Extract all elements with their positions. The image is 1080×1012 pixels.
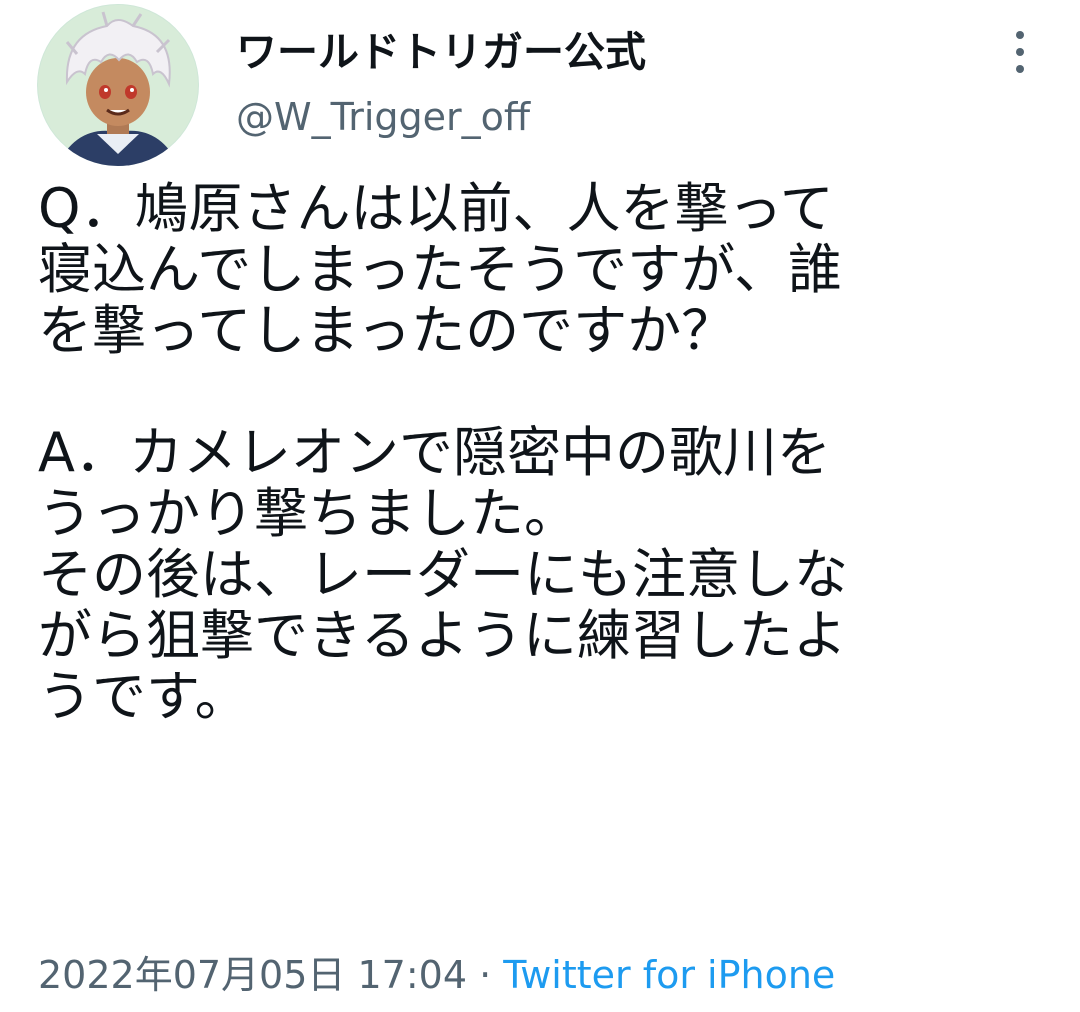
- tweet-text-line: がら狙撃できるように練習したよ: [38, 604, 847, 667]
- more-vertical-icon: [1016, 31, 1024, 39]
- tweet-text-line: A．カメレオンで隠密中の歌川を: [38, 421, 831, 484]
- tweet-text: Q．鳩原さんは以前、人を撃って 寝込んでしまったそうですが、誰 を撃ってしまった…: [38, 178, 1058, 727]
- tweet-text-line: うっかり撃ちました。: [38, 482, 578, 545]
- tweet-text-line: を撃ってしまったのですか？: [38, 299, 736, 362]
- tweet-meta: 2022年07月05日 17:04 · Twitter for iPhone: [38, 950, 835, 1000]
- author-display-name[interactable]: ワールドトリガー公式: [236, 26, 646, 78]
- meta-separator: ·: [467, 953, 504, 997]
- tweet-text-line: 寝込んでしまったそうですが、誰: [38, 238, 843, 301]
- author-handle[interactable]: @W_Trigger_off: [236, 92, 530, 142]
- more-options-button[interactable]: [1000, 26, 1040, 78]
- tweet-text-line: うです。: [38, 665, 249, 728]
- tweet-source-link[interactable]: Twitter for iPhone: [503, 953, 835, 997]
- more-vertical-icon-dot: [1016, 48, 1024, 56]
- tweet-text-blank-line: [38, 361, 1058, 422]
- tweet-text-line: その後は、レーダーにも注意しな: [38, 543, 848, 606]
- more-vertical-icon-dot: [1016, 65, 1024, 73]
- avatar[interactable]: [37, 4, 199, 166]
- profile-avatar-icon: [37, 4, 199, 166]
- tweet-text-line: Q．鳩原さんは以前、人を撃って: [38, 177, 834, 240]
- tweet-timestamp[interactable]: 2022年07月05日 17:04: [38, 953, 467, 997]
